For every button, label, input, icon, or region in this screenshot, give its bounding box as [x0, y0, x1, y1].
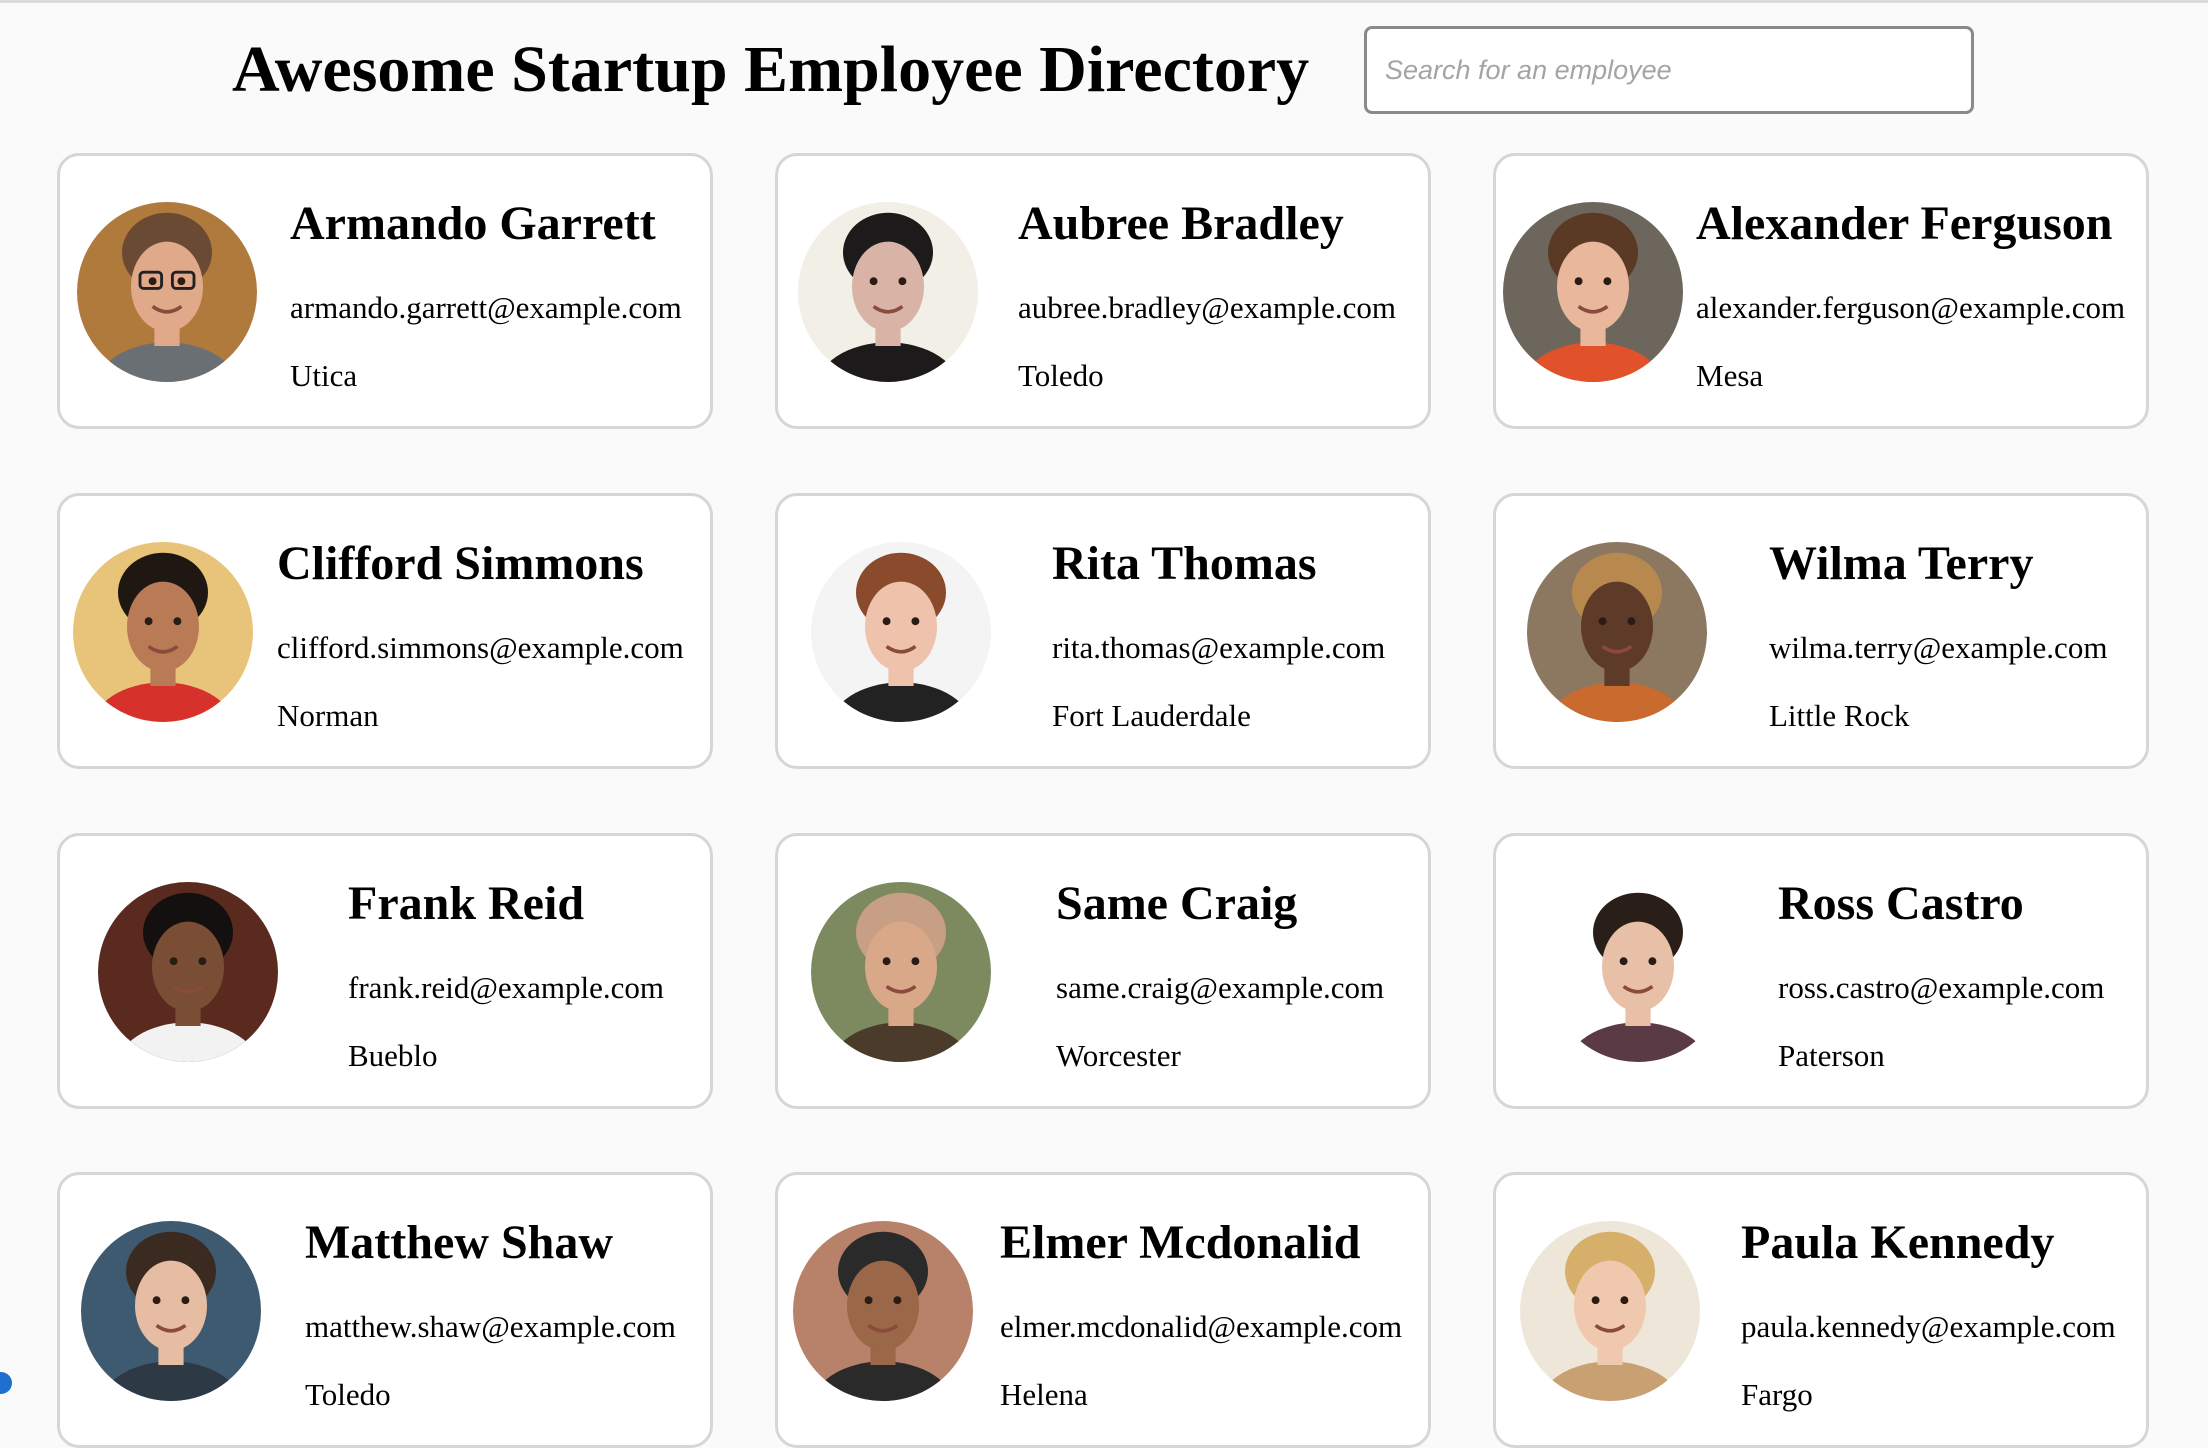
employee-email: paula.kennedy@example.com — [1741, 1309, 2116, 1344]
employee-avatar — [1548, 882, 1728, 1062]
employee-avatar — [793, 1221, 973, 1401]
portrait-photo — [811, 882, 991, 1062]
employee-city: Norman — [277, 698, 379, 733]
employee-card[interactable]: Alexander Ferguson alexander.ferguson@ex… — [1493, 153, 2149, 429]
employee-card[interactable]: Frank Reid frank.reid@example.com Bueblo — [57, 833, 713, 1109]
employee-email: ross.castro@example.com — [1778, 970, 2105, 1005]
employee-card[interactable]: Ross Castro ross.castro@example.com Pate… — [1493, 833, 2149, 1109]
employee-name: Aubree Bradley — [1018, 197, 1344, 250]
employee-avatar — [811, 542, 991, 722]
employee-email: alexander.ferguson@example.com — [1696, 290, 2126, 325]
employee-avatar — [81, 1221, 261, 1401]
employee-card[interactable]: Aubree Bradley aubree.bradley@example.co… — [775, 153, 1431, 429]
employee-city: Worcester — [1056, 1038, 1181, 1073]
employee-avatar — [798, 202, 978, 382]
employee-avatar — [98, 882, 278, 1062]
employee-city: Fargo — [1741, 1377, 1813, 1412]
employee-card[interactable]: Same Craig same.craig@example.com Worces… — [775, 833, 1431, 1109]
employee-email: aubree.bradley@example.com — [1018, 290, 1396, 325]
employee-card[interactable]: Armando Garrett armando.garrett@example.… — [57, 153, 713, 429]
employee-city: Toledo — [1018, 358, 1104, 393]
employee-city: Helena — [1000, 1377, 1088, 1412]
employee-email: wilma.terry@example.com — [1769, 630, 2108, 665]
employee-email: clifford.simmons@example.com — [277, 630, 684, 665]
employee-email: armando.garrett@example.com — [290, 290, 682, 325]
employee-card[interactable]: Wilma Terry wilma.terry@example.com Litt… — [1493, 493, 2149, 769]
employee-city: Mesa — [1696, 358, 1764, 393]
employee-email: matthew.shaw@example.com — [305, 1309, 676, 1344]
employee-gallery: Armando Garrett armando.garrett@example.… — [0, 0, 2208, 1448]
employee-name: Armando Garrett — [290, 197, 656, 250]
portrait-photo — [811, 542, 991, 722]
employee-avatar — [77, 202, 257, 382]
employee-email: elmer.mcdonalid@example.com — [1000, 1309, 1403, 1344]
employee-name: Alexander Ferguson — [1696, 197, 2113, 250]
employee-city: Bueblo — [348, 1038, 438, 1073]
employee-avatar — [811, 882, 991, 1062]
employee-card[interactable]: Paula Kennedy paula.kennedy@example.com … — [1493, 1172, 2149, 1448]
employee-city: Paterson — [1778, 1038, 1885, 1073]
employee-avatar — [73, 542, 253, 722]
employee-avatar — [1527, 542, 1707, 722]
employee-email: frank.reid@example.com — [348, 970, 665, 1005]
employee-name: Paula Kennedy — [1741, 1216, 2055, 1269]
employee-card[interactable]: Clifford Simmons clifford.simmons@exampl… — [57, 493, 713, 769]
portrait-photo — [98, 882, 278, 1062]
portrait-photo — [73, 542, 253, 722]
employee-card[interactable]: Elmer Mcdonalid elmer.mcdonalid@example.… — [775, 1172, 1431, 1448]
employee-name: Matthew Shaw — [305, 1216, 613, 1269]
employee-email: same.craig@example.com — [1056, 970, 1385, 1005]
employee-name: Same Craig — [1056, 877, 1298, 930]
employee-avatar — [1503, 202, 1683, 382]
portrait-photo — [1548, 882, 1728, 1062]
employee-city: Toledo — [305, 1377, 391, 1412]
portrait-photo — [798, 202, 978, 382]
portrait-photo — [77, 202, 257, 382]
employee-name: Ross Castro — [1778, 877, 2024, 930]
employee-name: Wilma Terry — [1769, 537, 2034, 590]
employee-avatar — [1520, 1221, 1700, 1401]
portrait-photo — [81, 1221, 261, 1401]
employee-card[interactable]: Matthew Shaw matthew.shaw@example.com To… — [57, 1172, 713, 1448]
employee-city: Little Rock — [1769, 698, 1910, 733]
portrait-photo — [1527, 542, 1707, 722]
employee-name: Frank Reid — [348, 877, 585, 930]
employee-name: Rita Thomas — [1052, 537, 1317, 590]
employee-name: Elmer Mcdonalid — [1000, 1216, 1361, 1269]
employee-card[interactable]: Rita Thomas rita.thomas@example.com Fort… — [775, 493, 1431, 769]
employee-name: Clifford Simmons — [277, 537, 644, 590]
employee-email: rita.thomas@example.com — [1052, 630, 1386, 665]
portrait-photo — [1503, 202, 1683, 382]
portrait-photo — [793, 1221, 973, 1401]
employee-city: Fort Lauderdale — [1052, 698, 1251, 733]
portrait-photo — [1520, 1221, 1700, 1401]
employee-city: Utica — [290, 358, 358, 393]
